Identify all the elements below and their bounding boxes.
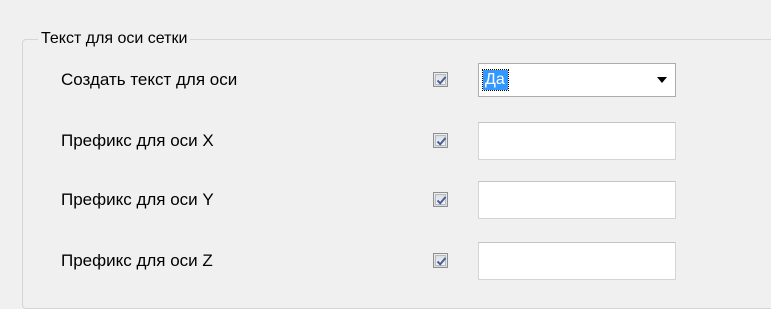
prefix-y-input[interactable] [478, 181, 676, 219]
checkmark-icon [436, 76, 447, 85]
row-prefix-y: Префикс для оси Y [0, 181, 771, 219]
prefix-z-input[interactable] [478, 242, 676, 280]
prefix-x-checkbox[interactable] [433, 133, 448, 148]
groupbox-title: Текст для оси сетки [38, 29, 191, 49]
prefix-z-label: Префикс для оси Z [61, 251, 213, 270]
prefix-z-checkbox[interactable] [433, 253, 448, 268]
checkmark-icon [436, 137, 447, 146]
create-axis-text-label: Создать текст для оси [61, 70, 238, 89]
prefix-y-checkbox[interactable] [433, 192, 448, 207]
prefix-y-label: Префикс для оси Y [61, 190, 214, 209]
create-axis-text-combobox[interactable]: Да [478, 63, 676, 97]
row-create-axis-text: Создать текст для оси Да [0, 63, 771, 97]
checkmark-icon [436, 196, 447, 205]
row-prefix-z: Префикс для оси Z [0, 242, 771, 280]
chevron-down-icon[interactable] [657, 77, 667, 83]
row-prefix-x: Префикс для оси X [0, 122, 771, 160]
prefix-x-label: Префикс для оси X [61, 131, 214, 150]
create-axis-text-checkbox[interactable] [433, 72, 448, 87]
checkmark-icon [436, 257, 447, 266]
combobox-selected-value: Да [482, 69, 509, 91]
prefix-x-input[interactable] [478, 122, 676, 160]
